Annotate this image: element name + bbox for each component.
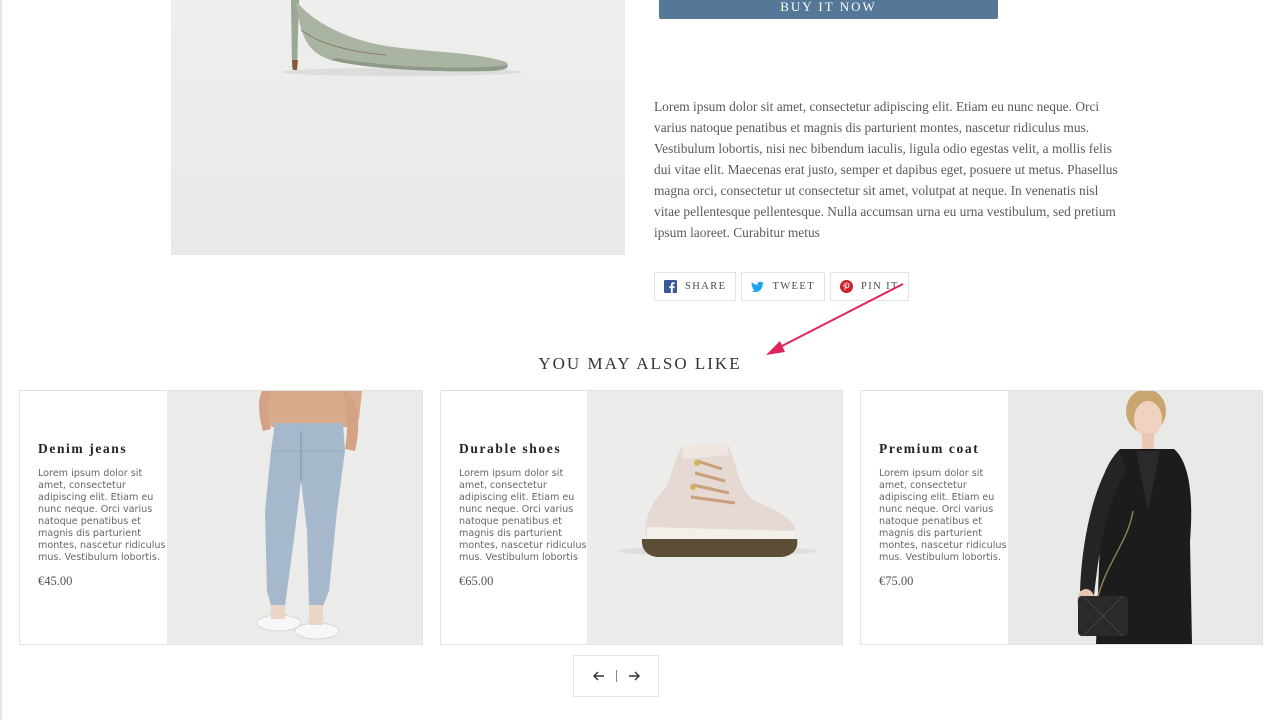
buy-it-now-button[interactable]: BUY IT NOW (659, 0, 998, 19)
green-heel-shoe-image (281, 0, 521, 76)
facebook-icon (664, 280, 677, 293)
product-card-description: Lorem ipsum dolor sit amet, consectetur … (38, 468, 166, 563)
premium-coat-image[interactable] (1008, 391, 1262, 644)
share-facebook-label: SHARE (685, 281, 727, 292)
product-card-text: Denim jeans Lorem ipsum dolor sit amet, … (38, 441, 166, 589)
product-name[interactable]: Denim jeans (38, 441, 166, 457)
arrow-right-icon[interactable] (617, 661, 651, 691)
product-card-denim-jeans[interactable]: Denim jeans Lorem ipsum dolor sit amet, … (19, 390, 423, 645)
product-name[interactable]: Premium coat (879, 441, 1007, 457)
product-description: Lorem ipsum dolor sit amet, consectetur … (654, 99, 1118, 240)
buy-it-now-label: BUY IT NOW (780, 0, 877, 14)
durable-shoes-image[interactable] (587, 391, 842, 644)
product-card-premium-coat[interactable]: Premium coat Lorem ipsum dolor sit amet,… (860, 390, 1263, 645)
share-facebook-button[interactable]: SHARE (654, 272, 737, 301)
pinterest-icon (840, 280, 854, 293)
twitter-icon (751, 280, 765, 293)
product-price: €75.00 (879, 574, 914, 588)
you-may-also-like-heading: YOU MAY ALSO LIKE (538, 354, 742, 373)
product-price: €65.00 (459, 574, 494, 588)
share-pinterest-label: PIN IT (861, 281, 899, 292)
product-card-durable-shoes[interactable]: Durable shoes Lorem ipsum dolor sit amet… (440, 390, 843, 645)
product-name[interactable]: Durable shoes (459, 441, 587, 457)
product-card-text: Durable shoes Lorem ipsum dolor sit amet… (459, 441, 587, 589)
share-pinterest-button[interactable]: PIN IT (830, 272, 909, 301)
share-twitter-button[interactable]: TWEET (741, 272, 826, 301)
denim-jeans-image[interactable] (167, 391, 422, 644)
product-image (171, 0, 625, 255)
product-card-description: Lorem ipsum dolor sit amet, consectetur … (459, 468, 587, 563)
product-price: €45.00 (38, 574, 73, 588)
share-twitter-label: TWEET (772, 281, 816, 292)
social-share-row: SHARE TWEET PIN IT (654, 272, 909, 301)
carousel-pager (573, 655, 659, 697)
product-card-text: Premium coat Lorem ipsum dolor sit amet,… (879, 441, 1007, 589)
arrow-left-icon[interactable] (582, 661, 616, 691)
product-card-description: Lorem ipsum dolor sit amet, consectetur … (879, 468, 1007, 563)
